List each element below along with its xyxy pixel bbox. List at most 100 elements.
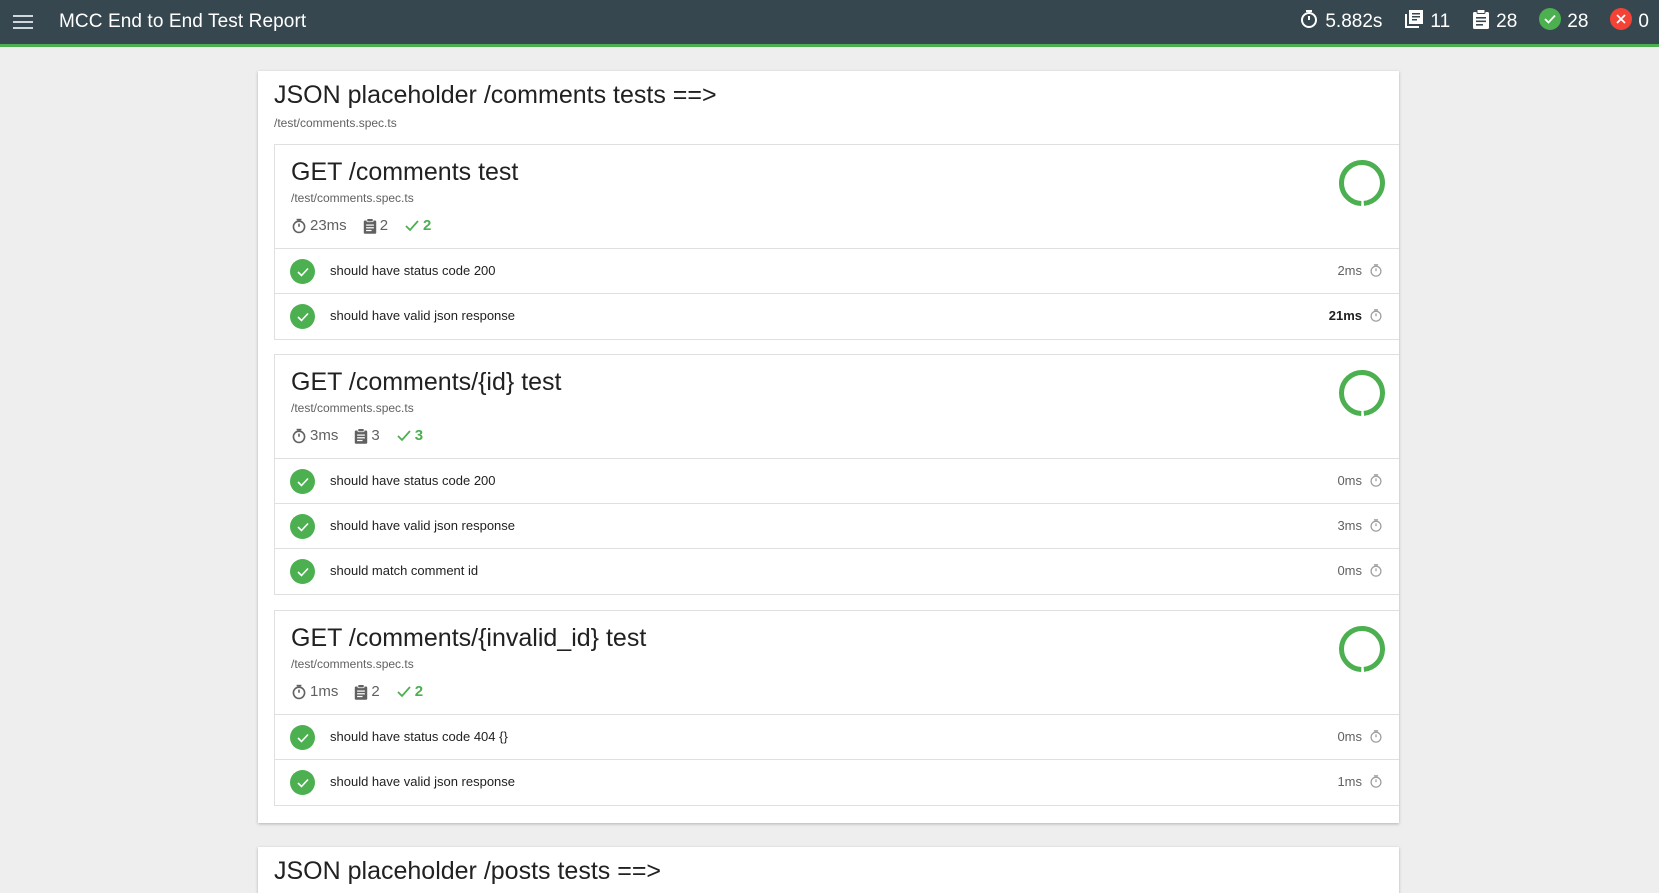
suite-card: JSON placeholder /comments tests ==> /te…: [258, 71, 1399, 823]
clipboard-icon: [1472, 9, 1496, 35]
suite-card: JSON placeholder /posts tests ==>: [258, 847, 1399, 893]
test-passes-value: 3: [414, 427, 424, 444]
test-header: GET /comments test /test/comments.spec.t…: [275, 145, 1399, 249]
pass-check-icon: [290, 514, 315, 539]
test-case-row[interactable]: should have status code 404 {} 0ms: [275, 715, 1399, 760]
suite-title: JSON placeholder /comments tests ==>: [274, 81, 717, 109]
stat-suites[interactable]: 11: [1404, 9, 1450, 35]
top-navbar: MCC End to End Test Report 5.882s 11 28 …: [0, 0, 1659, 47]
test-count-value: 3: [371, 427, 380, 444]
test-duration-value: 3ms: [310, 427, 339, 444]
test-case-row[interactable]: should have status code 200 2ms: [275, 249, 1399, 294]
test-title: GET /comments/{id} test: [291, 368, 562, 396]
check-icon: [405, 219, 419, 231]
test-title: GET /comments/{invalid_id} test: [291, 624, 647, 652]
pass-check-icon: [290, 304, 315, 329]
pass-check-icon: [290, 469, 315, 494]
test-duration: 1ms: [291, 683, 338, 700]
stat-tests-value: 28: [1496, 11, 1518, 32]
timer-icon: [1370, 519, 1382, 532]
test-passes: 2: [396, 683, 423, 700]
test-case-duration: 2ms: [1337, 263, 1362, 278]
test-case-duration: 3ms: [1337, 518, 1362, 533]
test-count-value: 2: [371, 683, 380, 700]
check-icon: [397, 685, 411, 697]
test-count: 2: [354, 683, 380, 700]
test-case-duration: 0ms: [1337, 729, 1362, 744]
test-title: GET /comments test: [291, 158, 519, 186]
menu-icon[interactable]: [11, 10, 35, 34]
pass-check-icon: [290, 259, 315, 284]
test-file: /test/comments.spec.ts: [291, 191, 414, 205]
test-case-title: should have status code 200: [330, 473, 496, 488]
stat-duration-value: 5.882s: [1325, 11, 1383, 32]
test-case-duration: 1ms: [1337, 774, 1362, 789]
test-case-row[interactable]: should have valid json response 21ms: [275, 294, 1399, 339]
test-case-title: should match comment id: [330, 563, 479, 578]
test-meta: 3ms 3 3: [291, 427, 439, 444]
test-case-duration: 21ms: [1328, 308, 1362, 323]
test-count: 3: [354, 427, 380, 444]
timer-icon: [1370, 564, 1382, 577]
clipboard-icon: [355, 427, 368, 444]
stat-failures[interactable]: 0: [1610, 8, 1649, 36]
timer-icon: [1370, 730, 1382, 743]
suite-title: JSON placeholder /posts tests ==>: [274, 857, 662, 885]
test-passes: 3: [396, 427, 423, 444]
test-duration-value: 23ms: [310, 217, 347, 234]
test-meta: 23ms 2 2: [291, 217, 447, 234]
stat-duration[interactable]: 5.882s: [1299, 9, 1382, 35]
test-meta: 1ms 2 2: [291, 683, 439, 700]
test-block: GET /comments test /test/comments.spec.t…: [274, 144, 1399, 340]
test-duration-value: 1ms: [310, 683, 339, 700]
test-header: GET /comments/{id} test /test/comments.s…: [275, 355, 1399, 459]
test-passes-value: 2: [414, 683, 424, 700]
test-case-title: should have status code 200: [330, 263, 496, 278]
test-case-title: should have valid json response: [330, 518, 516, 533]
library-books-icon: [1404, 9, 1430, 35]
test-count: 2: [363, 217, 388, 234]
pass-rate-donut: [1339, 370, 1385, 416]
summary-stats: 5.882s 11 28 28 0: [1299, 8, 1649, 36]
check-icon: [397, 429, 411, 441]
test-case-title: should have status code 404 {}: [330, 729, 508, 744]
stat-passes-value: 28: [1567, 11, 1589, 32]
close-circle-icon: [1610, 8, 1638, 36]
stat-suites-value: 11: [1430, 11, 1451, 32]
report-title: MCC End to End Test Report: [59, 11, 307, 32]
test-case-row[interactable]: should match comment id 0ms: [275, 549, 1399, 594]
test-case-title: should have valid json response: [330, 308, 516, 323]
test-case-duration: 0ms: [1337, 473, 1362, 488]
stat-tests[interactable]: 28: [1472, 9, 1517, 35]
test-duration: 3ms: [291, 427, 338, 444]
test-case-row[interactable]: should have valid json response 3ms: [275, 504, 1399, 549]
test-block: GET /comments/{id} test /test/comments.s…: [274, 354, 1399, 595]
clipboard-icon: [355, 683, 368, 700]
test-file: /test/comments.spec.ts: [291, 401, 414, 415]
test-passes: 2: [404, 217, 431, 234]
stopwatch-icon: [1299, 9, 1325, 35]
timer-icon: [1370, 264, 1382, 277]
pass-rate-donut: [1339, 626, 1385, 672]
test-case-duration: 0ms: [1337, 563, 1362, 578]
test-passes-value: 2: [423, 217, 432, 234]
timer-icon: [1370, 775, 1382, 788]
test-block: GET /comments/{invalid_id} test /test/co…: [274, 610, 1399, 806]
test-count-value: 2: [379, 217, 389, 234]
check-circle-icon: [1539, 8, 1567, 36]
pass-rate-donut: [1339, 160, 1385, 206]
stopwatch-icon: [292, 218, 306, 233]
test-case-row[interactable]: should have status code 200 0ms: [275, 459, 1399, 504]
stopwatch-icon: [292, 684, 306, 699]
test-duration: 23ms: [291, 217, 347, 234]
timer-icon: [1370, 474, 1382, 487]
test-file: /test/comments.spec.ts: [291, 657, 414, 671]
clipboard-icon: [363, 217, 376, 234]
test-header: GET /comments/{invalid_id} test /test/co…: [275, 611, 1399, 715]
pass-check-icon: [290, 770, 315, 795]
stopwatch-icon: [292, 428, 306, 443]
test-case-row[interactable]: should have valid json response 1ms: [275, 760, 1399, 805]
stat-failures-value: 0: [1638, 11, 1649, 32]
stat-passes[interactable]: 28: [1539, 8, 1588, 36]
suite-file: /test/comments.spec.ts: [274, 116, 397, 130]
